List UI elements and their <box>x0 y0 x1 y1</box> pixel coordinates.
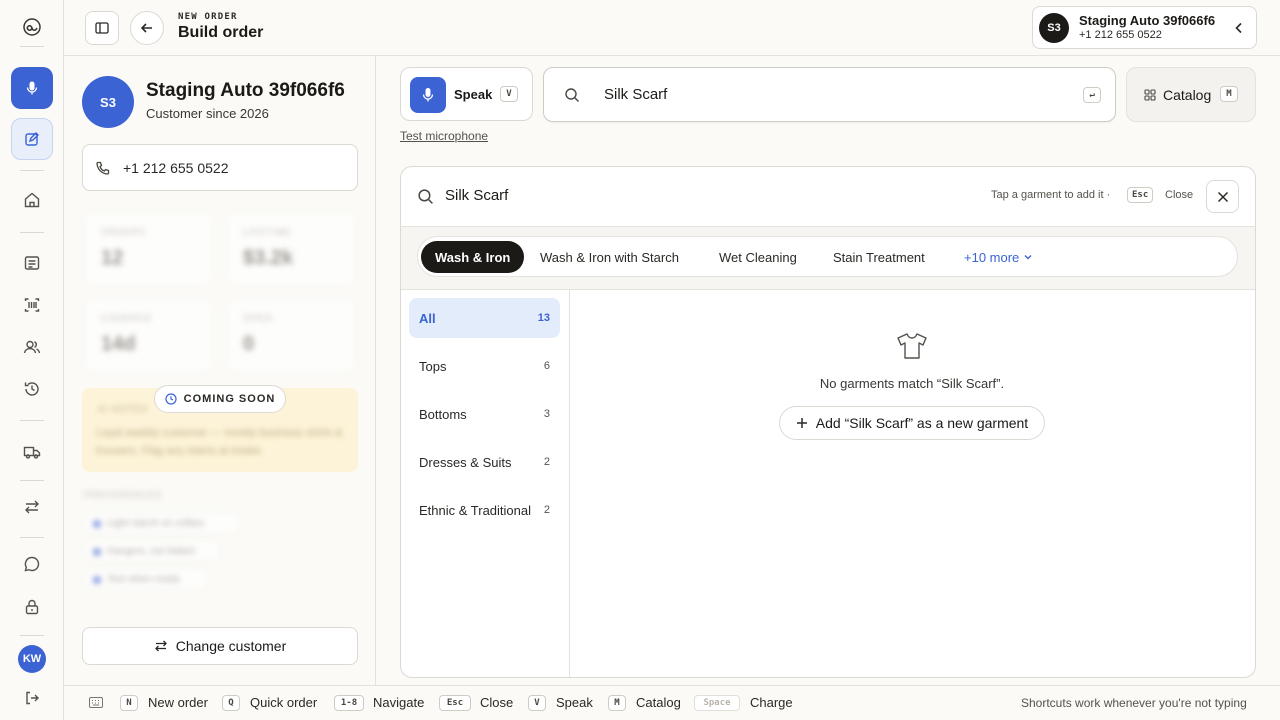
brand-logo-icon <box>22 17 42 37</box>
shortcut-label-charge: Charge <box>750 695 793 710</box>
close-icon <box>1217 191 1228 202</box>
stat-orders: ORDERS 12 <box>84 212 214 287</box>
header-kicker: NEW ORDER <box>178 12 238 22</box>
back-button[interactable] <box>130 11 164 45</box>
shortcut-key-space: Space <box>694 695 740 711</box>
preferences-title: PREFERENCES <box>84 490 163 500</box>
shortcut-label-catalog: Catalog <box>636 695 681 710</box>
arrow-left-icon <box>140 23 152 33</box>
speak-button[interactable]: Speak V <box>400 67 533 121</box>
barcode-scan-icon[interactable] <box>22 295 42 315</box>
chevron-down-icon <box>1024 255 1032 260</box>
category-ethnic-traditional[interactable]: Ethnic & Traditional 2 <box>409 490 560 530</box>
shortcut-key-navigate: 1-8 <box>334 695 364 711</box>
keyboard-icon <box>89 697 103 708</box>
plus-icon <box>796 418 807 428</box>
shortcut-label-navigate: Navigate <box>373 695 425 710</box>
preference-chip: Text when ready <box>84 568 208 590</box>
microphone-icon <box>410 77 446 113</box>
shortcut-key-esc: Esc <box>439 695 471 711</box>
shortcut-label-close: Close <box>480 695 514 710</box>
phone-icon <box>95 160 111 176</box>
search-icon <box>564 87 580 103</box>
stat-open: OPEN 0 <box>226 298 356 373</box>
customers-icon[interactable] <box>22 337 42 357</box>
test-microphone-link[interactable]: Test microphone <box>400 129 488 143</box>
shortcut-key-v: V <box>528 695 546 711</box>
stat-cadence: CADENCE 14d <box>84 298 214 373</box>
history-icon[interactable] <box>22 379 42 399</box>
logout-icon[interactable] <box>22 688 42 708</box>
transfer-arrows-icon[interactable] <box>22 497 42 517</box>
preference-chip: Light starch on collars <box>84 512 240 534</box>
customer-avatar: S3 <box>82 76 134 128</box>
preference-chip: Hangers, not folded <box>84 540 220 562</box>
delivery-truck-icon[interactable] <box>22 442 42 462</box>
change-customer-button[interactable]: Change customer <box>82 627 358 665</box>
home-icon[interactable] <box>22 190 42 210</box>
customer-chip[interactable]: S3 Staging Auto 39f066f6 +1 212 655 0522 <box>1032 6 1257 49</box>
service-wet-cleaning[interactable]: Wet Cleaning <box>705 241 811 273</box>
shortcut-label-quick-order: Quick order <box>250 695 318 710</box>
orders-list-icon[interactable] <box>22 253 42 273</box>
more-services-button[interactable]: +10 more <box>950 241 1047 273</box>
lock-icon[interactable] <box>22 597 42 617</box>
speak-label: Speak <box>454 87 493 102</box>
chevron-left-icon[interactable] <box>1232 21 1246 35</box>
close-results-button[interactable] <box>1206 180 1239 213</box>
swap-arrows-icon <box>154 640 167 652</box>
category-all[interactable]: All 13 <box>409 298 560 338</box>
user-avatar[interactable]: KW <box>18 645 46 673</box>
esc-shortcut: Esc <box>1127 187 1154 203</box>
tshirt-icon <box>895 332 929 360</box>
grid-icon <box>1144 89 1156 101</box>
customer-chip-avatar: S3 <box>1039 13 1069 43</box>
customer-since: Customer since 2026 <box>146 106 269 121</box>
service-stain-treatment[interactable]: Stain Treatment <box>819 241 939 273</box>
shortcut-key-q: Q <box>222 695 240 711</box>
sidebar-toggle-icon <box>95 22 109 34</box>
clock-icon <box>165 393 177 405</box>
coming-soon-badge: COMING SOON <box>154 385 286 413</box>
category-bottoms[interactable]: Bottoms 3 <box>409 394 560 434</box>
results-hint: Tap a garment to add it · <box>991 189 1111 201</box>
search-input[interactable]: Silk Scarf <box>604 86 667 103</box>
catalog-shortcut: M <box>1220 86 1238 102</box>
customer-phone-field[interactable]: +1 212 655 0522 <box>82 144 358 191</box>
garment-search-box[interactable]: Silk Scarf ↵ <box>543 67 1116 122</box>
nav-rail: KW <box>0 0 64 720</box>
voice-mode-button[interactable] <box>11 67 53 109</box>
catalog-button[interactable]: Catalog M <box>1126 67 1256 122</box>
catalog-label: Catalog <box>1163 87 1212 103</box>
service-wash-iron-starch[interactable]: Wash & Iron with Starch <box>526 241 693 273</box>
customer-chip-name: Staging Auto 39f066f6 <box>1079 13 1216 28</box>
customer-name: Staging Auto 39f066f6 <box>146 80 345 101</box>
empty-state-text: No garments match “Silk Scarf”. <box>819 376 1005 391</box>
category-dresses-suits[interactable]: Dresses & Suits 2 <box>409 442 560 482</box>
customer-phone: +1 212 655 0522 <box>123 160 229 176</box>
new-order-rail-button[interactable] <box>11 118 53 160</box>
toggle-sidebar-button[interactable] <box>85 11 119 45</box>
shortcut-key-m: M <box>608 695 626 711</box>
shortcut-label-new-order: New order <box>148 695 208 710</box>
category-tops[interactable]: Tops 6 <box>409 346 560 386</box>
shortcuts-note: Shortcuts work whenever you're not typin… <box>1021 696 1247 710</box>
enter-shortcut: ↵ <box>1083 87 1101 103</box>
speak-shortcut: V <box>500 86 518 102</box>
customer-chip-phone: +1 212 655 0522 <box>1079 29 1162 41</box>
stat-lifetime: LIFETIME $3.2k <box>226 212 356 287</box>
shortcut-key-n: N <box>120 695 138 711</box>
page-title: Build order <box>178 24 264 41</box>
results-search-icon <box>417 188 434 205</box>
chat-icon[interactable] <box>22 554 42 574</box>
add-new-garment-button[interactable]: Add “Silk Scarf” as a new garment <box>779 406 1045 440</box>
close-label: Close <box>1165 189 1194 201</box>
shortcut-label-speak: Speak <box>556 695 593 710</box>
results-query: Silk Scarf <box>445 187 509 204</box>
service-wash-iron[interactable]: Wash & Iron <box>421 241 525 273</box>
